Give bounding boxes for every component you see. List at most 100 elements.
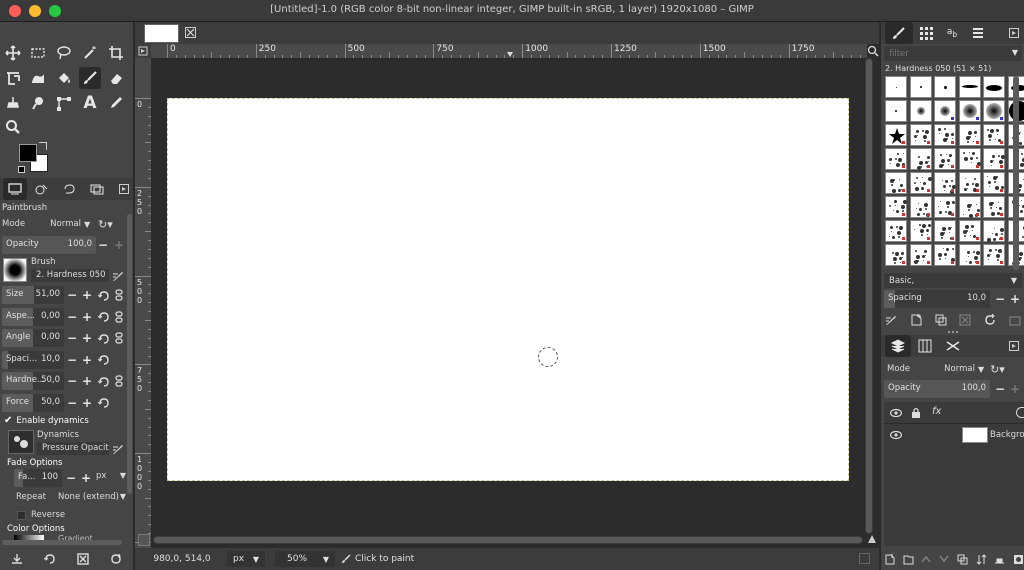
force-slider[interactable]: Force 50,0 <box>2 393 64 412</box>
crop-icon[interactable] <box>105 42 127 64</box>
force-plus-button[interactable]: + <box>80 396 94 410</box>
brush-cell[interactable] <box>983 148 1005 170</box>
brush-cell[interactable] <box>958 148 981 170</box>
brush-cell[interactable] <box>934 196 956 218</box>
paths-icon[interactable] <box>53 92 75 114</box>
brush-cell[interactable] <box>885 76 907 98</box>
new-brush-icon[interactable] <box>910 312 922 328</box>
layer-opacity-minus-button[interactable]: − <box>993 382 1007 396</box>
reset-layer-mode-icon[interactable]: ↻▾ <box>990 363 1005 376</box>
brush-cell[interactable] <box>934 172 956 194</box>
dock-separator[interactable] <box>948 331 958 333</box>
rect-select-icon[interactable] <box>27 42 49 64</box>
new-layer-icon[interactable] <box>884 553 895 565</box>
tool-options-hscrollbar[interactable] <box>2 540 122 545</box>
eraser-icon[interactable] <box>105 67 127 89</box>
angle-plus-button[interactable]: + <box>80 331 94 345</box>
delete-options-icon[interactable] <box>77 553 89 565</box>
brush-cell[interactable] <box>885 196 907 218</box>
document-history-tab-icon[interactable] <box>967 22 989 44</box>
vertical-scrollbar[interactable] <box>865 58 873 534</box>
new-layer-group-icon[interactable] <box>903 554 914 565</box>
reset-mode-icon[interactable]: ↻▾ <box>98 218 113 231</box>
image-canvas[interactable] <box>167 98 849 481</box>
brush-cell[interactable] <box>983 172 1005 194</box>
force-minus-button[interactable]: − <box>65 396 79 410</box>
configure-tab-icon[interactable] <box>1003 335 1024 357</box>
fade-plus-button[interactable]: + <box>79 471 93 485</box>
swap-colors-icon[interactable] <box>39 142 47 150</box>
angle-link-icon[interactable] <box>112 331 126 345</box>
spacing-minus-button[interactable]: − <box>65 353 79 367</box>
fg-bg-colors[interactable] <box>16 142 52 174</box>
brush-cell[interactable] <box>934 244 956 266</box>
brush-cell[interactable] <box>958 172 981 194</box>
brush-cell[interactable] <box>934 148 956 170</box>
layer-opacity-slider[interactable]: Opacity 100,0 <box>884 380 990 398</box>
hardness-link-icon[interactable] <box>112 374 126 388</box>
reverse-checkbox[interactable]: Reverse <box>17 510 65 520</box>
aspect-plus-button[interactable]: + <box>80 310 94 324</box>
hardness-reset-icon[interactable] <box>96 374 110 388</box>
brush-cell[interactable] <box>983 76 1005 98</box>
images-icon[interactable] <box>86 178 108 200</box>
opacity-minus-button[interactable]: − <box>96 238 110 252</box>
hardness-minus-button[interactable]: − <box>65 374 79 388</box>
brush-cell[interactable] <box>934 76 956 98</box>
size-reset-icon[interactable] <box>96 288 110 302</box>
edit-brush-icon[interactable] <box>112 270 124 282</box>
paths-tab-icon[interactable] <box>942 335 964 357</box>
repeat-select[interactable]: None (extend) ▼ <box>58 492 126 502</box>
aspect-slider[interactable]: Aspe... 0,00 <box>2 307 64 326</box>
unit-select[interactable]: px ▼ <box>227 551 265 567</box>
eye-icon[interactable] <box>890 408 902 418</box>
brush-cell[interactable] <box>885 148 907 170</box>
layers-tab-icon[interactable] <box>885 335 911 357</box>
lock-icon[interactable] <box>911 407 921 418</box>
brush-spacing-slider[interactable]: Spacing 10,0 <box>884 290 990 308</box>
brush-preview[interactable] <box>3 258 27 282</box>
close-tab-icon[interactable] <box>185 27 196 38</box>
brushes-tab-icon[interactable] <box>885 22 913 44</box>
filter-input[interactable] <box>884 46 1004 61</box>
spacing-plus-button[interactable]: + <box>80 353 94 367</box>
angle-slider[interactable]: Angle 0,00 <box>2 329 64 347</box>
clone-icon[interactable] <box>2 92 24 114</box>
save-options-icon[interactable] <box>11 553 23 565</box>
fonts-tab-icon[interactable]: ab <box>941 22 963 44</box>
fade-unit-select[interactable]: px ▼ <box>96 471 126 481</box>
brush-cell[interactable] <box>983 196 1005 218</box>
zoom-icon[interactable] <box>2 116 24 138</box>
brush-cell[interactable] <box>958 244 981 266</box>
force-reset-icon[interactable] <box>96 396 110 410</box>
raise-layer-icon[interactable] <box>921 555 931 563</box>
smudge-icon[interactable] <box>27 92 49 114</box>
layer-opacity-plus-button[interactable]: + <box>1008 382 1022 396</box>
color-picker-icon[interactable] <box>105 92 127 114</box>
angle-minus-button[interactable]: − <box>65 331 79 345</box>
ruler-corner[interactable] <box>135 44 151 58</box>
brush-cell[interactable] <box>958 76 981 98</box>
open-brush-as-image-icon[interactable] <box>1009 312 1021 328</box>
move-icon[interactable] <box>2 42 24 64</box>
foreground-color-swatch[interactable] <box>19 144 37 162</box>
bucket-fill-icon[interactable] <box>53 67 75 89</box>
default-colors-icon[interactable] <box>18 166 25 173</box>
layer-row[interactable]: Backgrou <box>884 424 1024 446</box>
quick-mask-icon[interactable] <box>867 534 877 544</box>
opacity-plus-button[interactable]: + <box>112 238 126 252</box>
brush-cell[interactable] <box>885 100 907 122</box>
brush-cell[interactable] <box>983 124 1005 146</box>
merge-layer-icon[interactable] <box>976 553 987 565</box>
fade-length-slider[interactable]: Fa... 100 <box>14 469 62 487</box>
image-tab-thumbnail[interactable] <box>144 24 179 43</box>
brush-tag-select[interactable]: Basic, ▼ <box>884 273 1022 288</box>
size-slider[interactable]: Size 51,00 <box>2 286 64 304</box>
dynamics-preview[interactable] <box>8 430 34 454</box>
brush-cell[interactable] <box>958 196 981 218</box>
dynamics-field[interactable]: Pressure Opacit <box>37 442 109 455</box>
zoom-select[interactable]: 50% ▼ <box>275 551 335 567</box>
angle-reset-icon[interactable] <box>96 331 110 345</box>
edit-dynamics-icon[interactable] <box>112 443 124 455</box>
brush-cell[interactable] <box>885 244 907 266</box>
